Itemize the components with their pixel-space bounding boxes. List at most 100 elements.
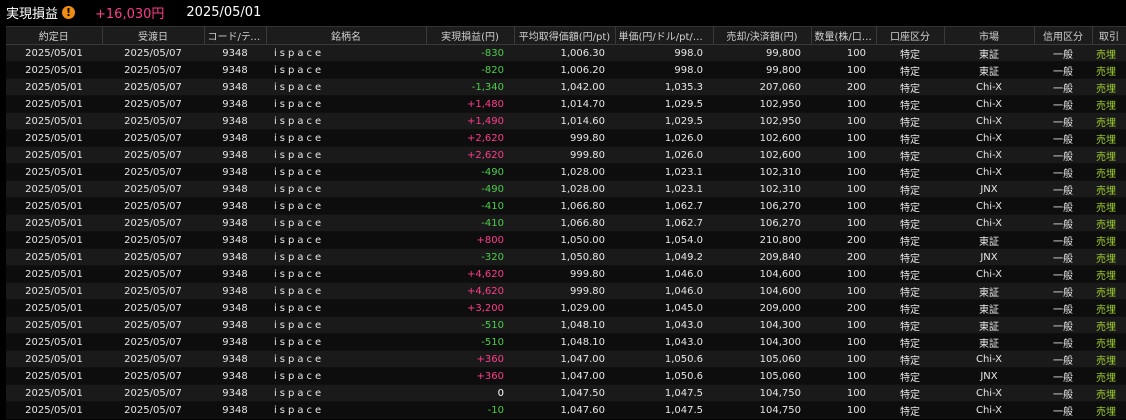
table-row[interactable]: 2025/05/01 2025/05/07 9348 ispace +4,620 999.… <box>6 265 1126 283</box>
table-row[interactable]: 2025/05/01 2025/05/07 9348 ispace -830 1,006.… <box>6 44 1126 62</box>
trade-date-cell: 2025/05/01 <box>6 384 102 402</box>
warning-icon[interactable]: ! <box>62 5 76 19</box>
market-cell: 東証 <box>944 316 1034 334</box>
col-avg-cost-header[interactable]: 平均取得価額(円/pt) <box>514 27 616 45</box>
amount-cell: 104,300 <box>713 333 811 351</box>
account-cell: 特定 <box>876 112 944 130</box>
table-row[interactable]: 2025/05/01 2025/05/07 9348 ispace -1,340 1,04… <box>6 78 1126 96</box>
trade-date-cell: 2025/05/01 <box>6 163 102 181</box>
table-row[interactable]: 2025/05/01 2025/05/07 9348 ispace -410 1,066.… <box>6 214 1126 232</box>
amount-cell: 209,840 <box>713 248 811 266</box>
realized-pl-cell: +1,480 <box>426 95 514 113</box>
quantity-cell: 100 <box>811 112 876 130</box>
col-settle-date-header[interactable]: 受渡日 <box>102 27 205 45</box>
table-row[interactable]: 2025/05/01 2025/05/07 9348 ispace +3,200 1,02… <box>6 299 1126 317</box>
amount-cell: 105,060 <box>713 367 811 385</box>
name-cell: ispace <box>266 180 426 198</box>
table-row[interactable]: 2025/05/01 2025/05/07 9348 ispace -10 1,047.6… <box>6 401 1126 419</box>
col-credit-header[interactable]: 信用区分 <box>1034 27 1093 45</box>
quantity-cell: 100 <box>811 197 876 215</box>
settle-date-cell: 2025/05/07 <box>102 180 204 198</box>
name-cell: ispace <box>266 316 426 334</box>
table-row[interactable]: 2025/05/01 2025/05/07 9348 ispace +1,480 1,01… <box>6 95 1126 113</box>
credit-cell: 一般 <box>1034 333 1092 351</box>
quantity-cell: 100 <box>811 367 876 385</box>
table-row[interactable]: 2025/05/01 2025/05/07 9348 ispace -490 1,028.… <box>6 163 1126 181</box>
col-unit-price-header[interactable]: 単価(円/ドル/pt/セ... <box>615 27 714 45</box>
realized-pl-cell: +2,620 <box>426 129 514 147</box>
quantity-cell: 100 <box>811 129 876 147</box>
credit-cell: 一般 <box>1034 180 1092 198</box>
table-row[interactable]: 2025/05/01 2025/05/07 9348 ispace +2,620 999.… <box>6 146 1126 164</box>
table-row[interactable]: 2025/05/01 2025/05/07 9348 ispace +2,620 999.… <box>6 129 1126 147</box>
code-cell: 9348 <box>204 231 266 249</box>
market-cell: 東証 <box>944 231 1034 249</box>
name-cell: ispace <box>266 231 426 249</box>
market-cell: Chi-X <box>944 350 1034 368</box>
realized-pl-cell: +800 <box>426 231 514 249</box>
col-market-header[interactable]: 市場 <box>944 27 1035 45</box>
market-cell: Chi-X <box>944 163 1034 181</box>
name-cell: ispace <box>266 61 426 79</box>
trade-cell: 売埋 <box>1092 401 1126 419</box>
table-header-row: 約定日受渡日コード/ティッ...銘柄名実現損益(円)平均取得価額(円/pt)単価… <box>6 27 1126 45</box>
unit-price-cell: 1,026.0 <box>615 146 713 164</box>
market-cell: Chi-X <box>944 401 1034 419</box>
table-row[interactable]: 2025/05/01 2025/05/07 9348 ispace +800 1,050.… <box>6 231 1126 249</box>
avg-cost-cell: 1,050.80 <box>514 248 615 266</box>
realized-pl-cell: -320 <box>426 248 514 266</box>
account-cell: 特定 <box>876 78 944 96</box>
quantity-cell: 100 <box>811 316 876 334</box>
settle-date-cell: 2025/05/07 <box>102 146 204 164</box>
page-title: 実現損益 <box>6 6 59 22</box>
table-row[interactable]: 2025/05/01 2025/05/07 9348 ispace -510 1,048.… <box>6 316 1126 334</box>
table-body: 2025/05/01 2025/05/07 9348 ispace -830 1,006.… <box>6 44 1126 419</box>
table-row[interactable]: 2025/05/01 2025/05/07 9348 ispace -410 1,066.… <box>6 197 1126 215</box>
realized-pl-cell: -510 <box>426 333 514 351</box>
avg-cost-cell: 1,050.00 <box>514 231 615 249</box>
amount-cell: 207,060 <box>713 78 811 96</box>
credit-cell: 一般 <box>1034 401 1092 419</box>
realized-pl-cell: +1,490 <box>426 112 514 130</box>
col-trade-date-header[interactable]: 約定日 <box>6 27 103 45</box>
avg-cost-cell: 1,047.00 <box>514 350 615 368</box>
table-row[interactable]: 2025/05/01 2025/05/07 9348 ispace -820 1,006.… <box>6 61 1126 79</box>
col-quantity-header[interactable]: 数量(株/口/枚) <box>811 27 877 45</box>
quantity-cell: 200 <box>811 78 876 96</box>
realized-pl-cell: -410 <box>426 214 514 232</box>
amount-cell: 102,310 <box>713 180 811 198</box>
account-cell: 特定 <box>876 350 944 368</box>
table-row[interactable]: 2025/05/01 2025/05/07 9348 ispace -320 1,050.… <box>6 248 1126 266</box>
table-row[interactable]: 2025/05/01 2025/05/07 9348 ispace +4,620 999.… <box>6 282 1126 300</box>
table-row[interactable]: 2025/05/01 2025/05/07 9348 ispace +360 1,047.… <box>6 350 1126 368</box>
col-code-header[interactable]: コード/ティッ... <box>204 27 267 45</box>
settle-date-cell: 2025/05/07 <box>102 316 204 334</box>
table-row[interactable]: 2025/05/01 2025/05/07 9348 ispace -510 1,048.… <box>6 333 1126 351</box>
credit-cell: 一般 <box>1034 350 1092 368</box>
trade-date-cell: 2025/05/01 <box>6 282 102 300</box>
quantity-cell: 100 <box>811 350 876 368</box>
table-row[interactable]: 2025/05/01 2025/05/07 9348 ispace +1,490 1,01… <box>6 112 1126 130</box>
settle-date-cell: 2025/05/07 <box>102 350 204 368</box>
col-account-header[interactable]: 口座区分 <box>876 27 945 45</box>
unit-price-cell: 1,029.5 <box>615 112 713 130</box>
trade-cell: 売埋 <box>1092 163 1126 181</box>
name-cell: ispace <box>266 146 426 164</box>
credit-cell: 一般 <box>1034 112 1092 130</box>
market-cell: JNX <box>944 248 1034 266</box>
table-row[interactable]: 2025/05/01 2025/05/07 9348 ispace 0 1,047.50 1… <box>6 384 1126 402</box>
trade-date-cell: 2025/05/01 <box>6 129 102 147</box>
table-row[interactable]: 2025/05/01 2025/05/07 9348 ispace +360 1,047.… <box>6 367 1126 385</box>
account-cell: 特定 <box>876 401 944 419</box>
col-realized-pl-header[interactable]: 実現損益(円) <box>426 27 515 45</box>
table-row[interactable]: 2025/05/01 2025/05/07 9348 ispace -490 1,028.… <box>6 180 1126 198</box>
col-trade-header[interactable]: 取引 <box>1092 27 1126 45</box>
trade-date-cell: 2025/05/01 <box>6 316 102 334</box>
realized-pl-table-container[interactable]: 約定日受渡日コード/ティッ...銘柄名実現損益(円)平均取得価額(円/pt)単価… <box>6 26 1126 420</box>
trade-date-cell: 2025/05/01 <box>6 265 102 283</box>
trade-date-cell: 2025/05/01 <box>6 367 102 385</box>
name-cell: ispace <box>266 401 426 419</box>
col-amount-header[interactable]: 売却/決済額(円) <box>713 27 812 45</box>
account-cell: 特定 <box>876 197 944 215</box>
col-name-header[interactable]: 銘柄名 <box>266 27 427 45</box>
